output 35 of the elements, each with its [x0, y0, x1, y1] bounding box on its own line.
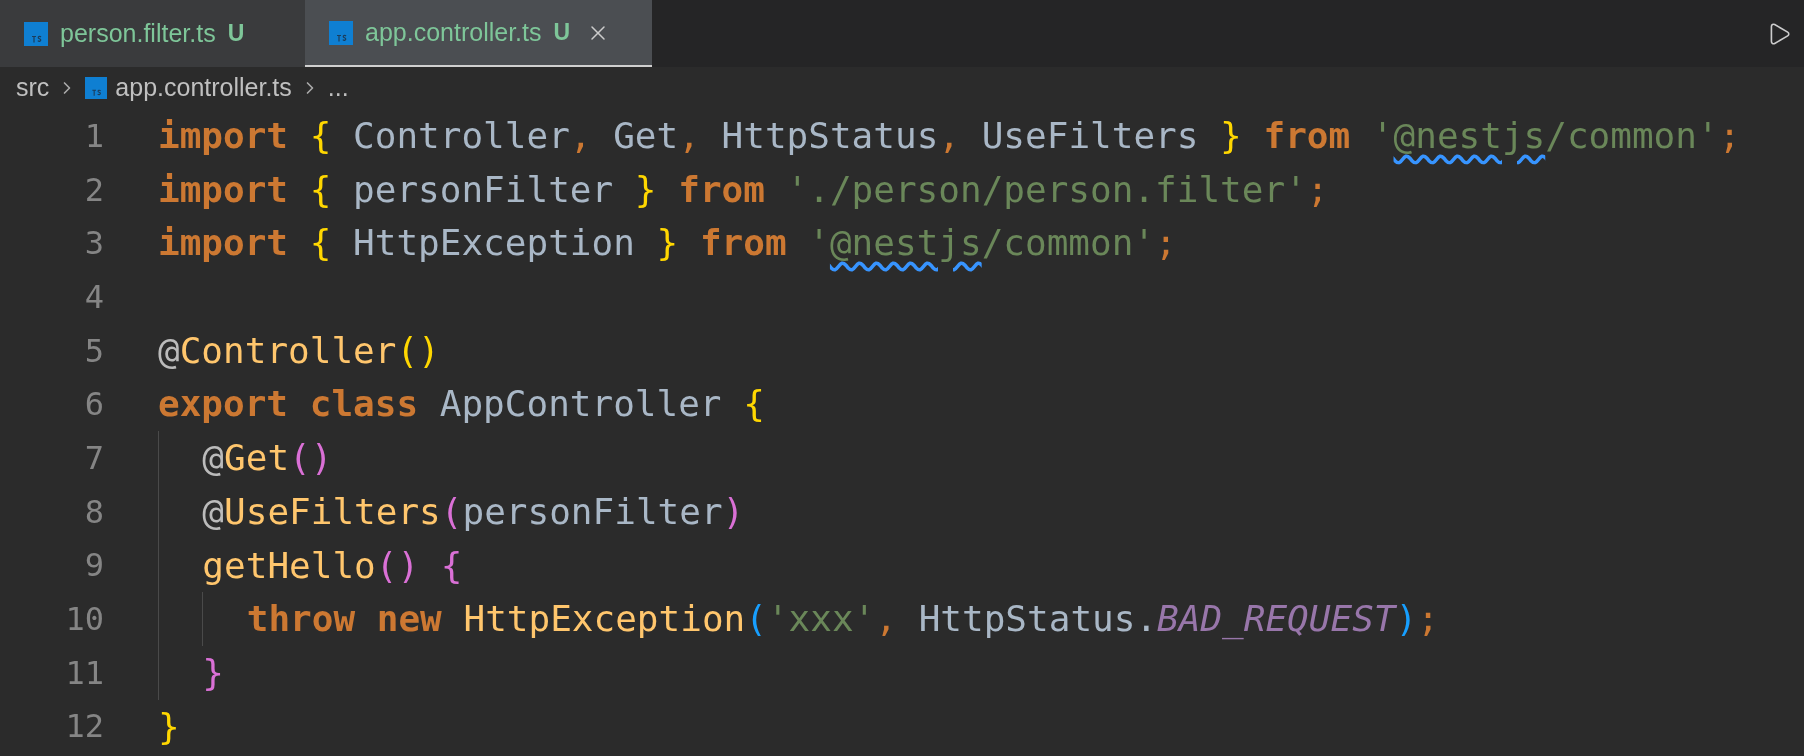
git-status: U — [227, 19, 245, 49]
code-line: import { personFilter } from './person/person.filter'; — [158, 167, 1329, 212]
breadcrumb[interactable]: src — [16, 69, 50, 107]
editor-tab[interactable]: app.controller.ts U — [305, 0, 652, 67]
line-number: 5 — [83, 330, 104, 372]
line-number: 1 — [83, 115, 104, 157]
breadcrumb[interactable]: ... — [327, 69, 349, 107]
tab-label: person.filter.ts — [60, 17, 216, 49]
typescript-file-icon — [329, 20, 353, 45]
line-number: 2 — [83, 169, 104, 211]
code-line: @Controller() — [158, 328, 440, 373]
typescript-file-icon — [85, 77, 108, 99]
line-number: 3 — [83, 223, 104, 265]
code-line: } — [158, 645, 225, 700]
line-number: 7 — [83, 437, 104, 479]
code-line: export class AppController { — [158, 382, 765, 427]
code-line: getHello() { — [158, 538, 463, 593]
code-line: throw new HttpException('xxx', HttpStatus.BAD_REQUEST); — [158, 592, 1439, 646]
tab-label: app.controller.ts — [365, 16, 542, 48]
line-number: 8 — [83, 491, 104, 533]
line-number: 12 — [64, 706, 104, 748]
code-line: @Get() — [158, 431, 333, 485]
line-number: 4 — [83, 276, 104, 318]
line-number: 10 — [64, 599, 104, 641]
line-number: 9 — [83, 545, 104, 587]
line-number: 6 — [83, 384, 104, 426]
code-line: import { HttpException } from '@nestjs/common'; — [158, 221, 1177, 266]
git-status: U — [553, 18, 571, 48]
line-number: 11 — [64, 652, 104, 694]
code-line: } — [158, 704, 180, 749]
code-line: @UseFilters(personFilter) — [158, 484, 745, 539]
code-line: import { Controller, Get, HttpStatus, UseFilters } from '@nestjs/common'; — [158, 114, 1741, 158]
editor-tab[interactable]: person.filter.ts U — [0, 0, 305, 67]
breadcrumb[interactable]: app.controller.ts — [115, 69, 292, 107]
typescript-file-icon — [24, 21, 48, 46]
